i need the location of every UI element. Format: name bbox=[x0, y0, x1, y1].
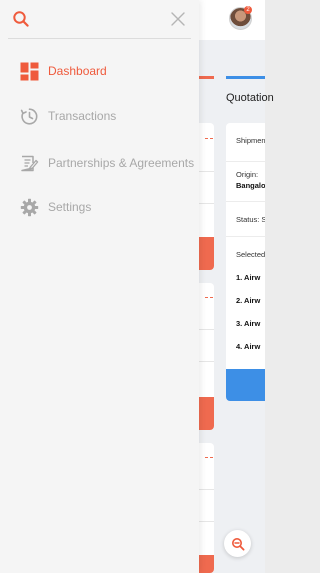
zoom-out-button[interactable] bbox=[224, 530, 251, 557]
card-divider bbox=[199, 171, 214, 172]
close-button[interactable] bbox=[169, 10, 187, 28]
transactions-icon bbox=[20, 107, 39, 126]
card-action-button[interactable] bbox=[199, 555, 214, 573]
nav-label-transactions: Transactions bbox=[48, 109, 117, 123]
tab-indicator-inactive bbox=[199, 76, 214, 79]
quotation-card: Shipment Origin: Bangalo Status: S Selec… bbox=[226, 123, 265, 401]
status-label: Status: S bbox=[236, 215, 265, 224]
nav-item-settings[interactable]: Settings bbox=[20, 196, 195, 218]
notification-badge: 2 bbox=[244, 6, 252, 14]
card-divider bbox=[226, 201, 265, 202]
nav-label-partnerships: Partnerships & Agreements bbox=[48, 156, 195, 170]
dashboard-icon bbox=[20, 62, 39, 81]
card-dashed-rule bbox=[205, 457, 213, 458]
search-icon bbox=[13, 11, 29, 27]
agreements-icon bbox=[20, 154, 39, 173]
request-card[interactable] bbox=[199, 283, 214, 430]
list-item: 4. Airw bbox=[236, 342, 261, 351]
card-dashed-rule bbox=[205, 297, 213, 298]
card-divider bbox=[226, 236, 265, 237]
card-divider bbox=[199, 521, 214, 522]
nav-label-settings: Settings bbox=[48, 200, 92, 214]
nav-item-dashboard[interactable]: Dashboard bbox=[20, 60, 195, 82]
close-icon bbox=[171, 12, 185, 26]
nav-item-transactions[interactable]: Transactions bbox=[20, 105, 195, 127]
nav-item-partnerships[interactable]: Partnerships & Agreements bbox=[20, 152, 195, 174]
origin-label: Origin: bbox=[236, 170, 259, 179]
list-item: 3. Airw bbox=[236, 319, 261, 328]
shipment-label: Shipment bbox=[236, 136, 265, 145]
card-action-button[interactable] bbox=[199, 397, 214, 430]
card-divider bbox=[199, 489, 214, 490]
card-divider bbox=[226, 161, 265, 162]
tab-indicator-active bbox=[226, 76, 265, 79]
card-dashed-rule bbox=[205, 138, 213, 139]
card-action-button[interactable] bbox=[199, 237, 214, 270]
selected-label: Selected bbox=[236, 250, 265, 259]
card-divider bbox=[199, 329, 214, 330]
origin-value: Bangalo bbox=[236, 181, 265, 190]
zoom-out-icon bbox=[231, 537, 245, 551]
quotation-action-button[interactable] bbox=[226, 369, 265, 401]
tab-quotation[interactable]: Quotation bbox=[226, 92, 274, 104]
list-item: 2. Airw bbox=[236, 296, 261, 305]
list-item: 1. Airw bbox=[236, 273, 261, 282]
card-divider bbox=[199, 361, 214, 362]
nav-label-dashboard: Dashboard bbox=[48, 64, 107, 78]
request-card[interactable] bbox=[199, 443, 214, 573]
search-button[interactable] bbox=[12, 10, 30, 28]
drawer-header bbox=[8, 0, 191, 39]
gear-icon bbox=[20, 198, 39, 217]
request-card[interactable] bbox=[199, 123, 214, 270]
side-drawer: Dashboard Transactions Partnerships & Ag… bbox=[0, 0, 199, 573]
card-divider bbox=[199, 203, 214, 204]
